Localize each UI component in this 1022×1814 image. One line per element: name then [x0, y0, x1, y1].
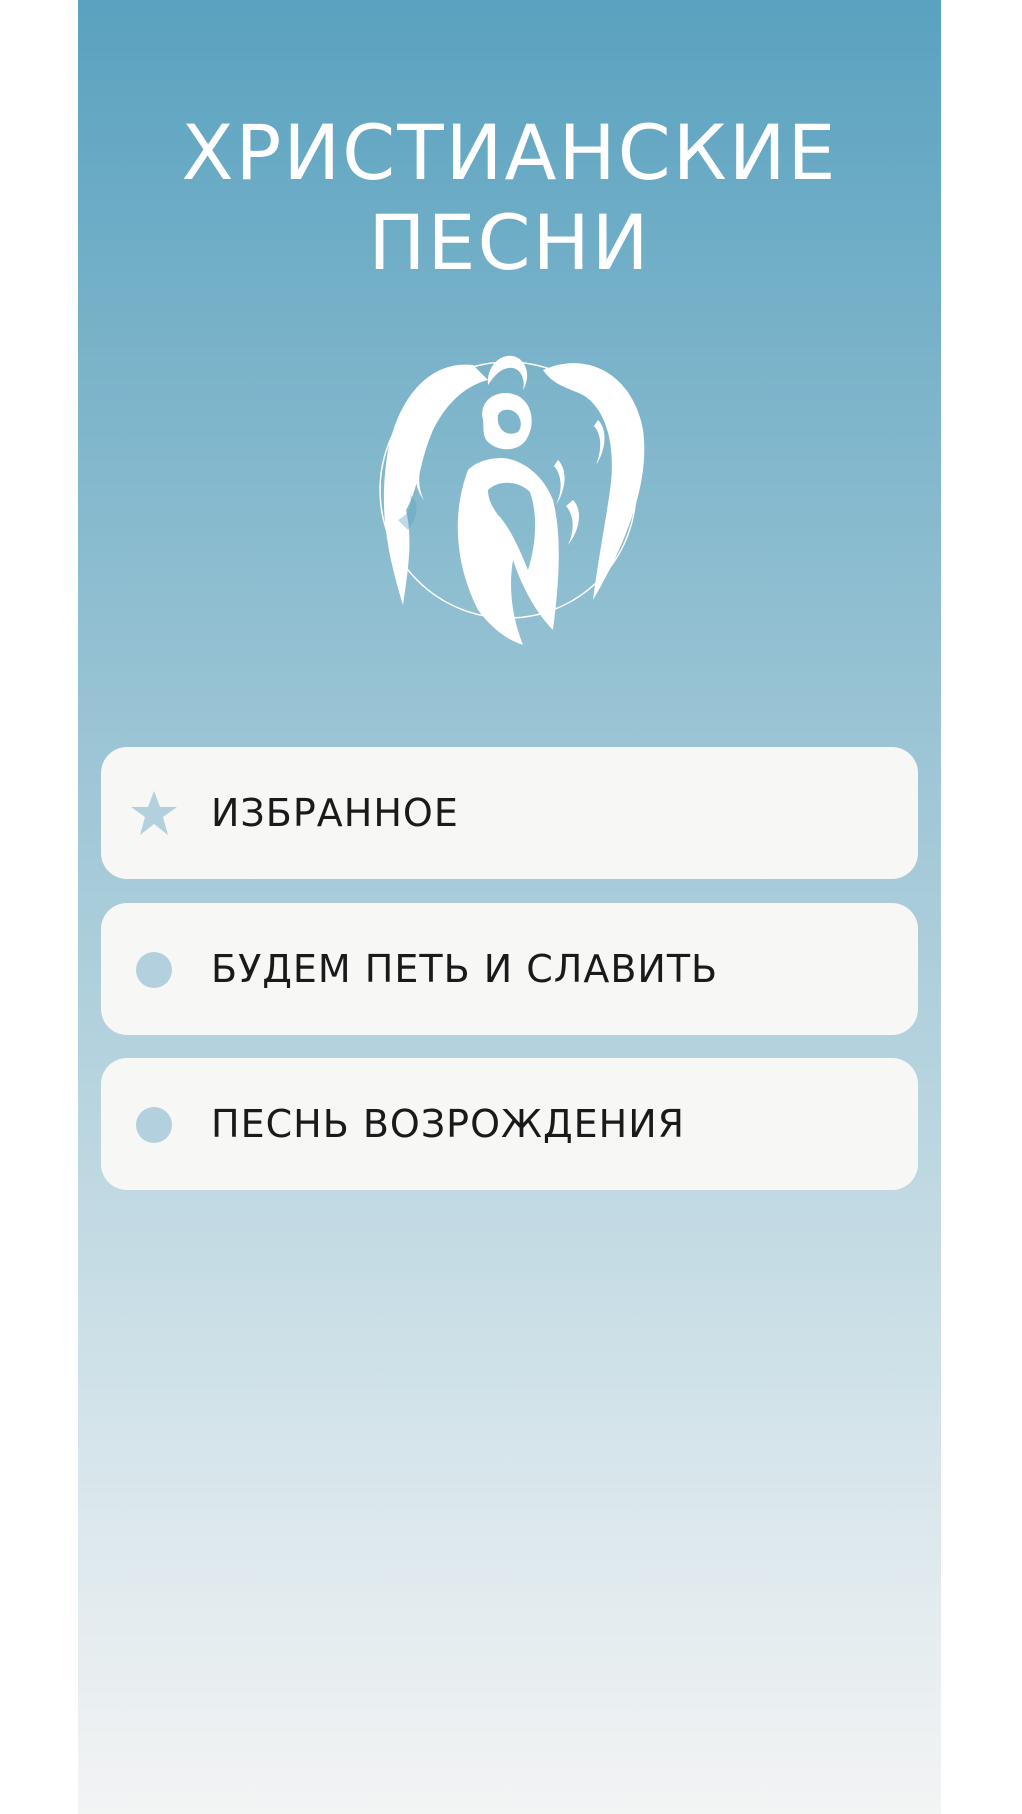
app-title: ХРИСТИАНСКИЕ ПЕСНИ: [78, 108, 941, 288]
dot-icon: [136, 1107, 172, 1143]
dot-icon: [136, 952, 172, 988]
app-title-line-1: ХРИСТИАНСКИЕ: [181, 108, 838, 197]
star-icon: [131, 791, 177, 835]
menu-item-label: ИЗБРАННОЕ: [211, 791, 459, 835]
menu-item-budem-pet-i-slavit[interactable]: БУДЕМ ПЕТЬ И СЛАВИТЬ: [101, 903, 918, 1035]
menu-item-favorites[interactable]: ИЗБРАННОЕ: [101, 747, 918, 879]
menu-item-pesn-vozrozhdeniya[interactable]: ПЕСНЬ ВОЗРОЖДЕНИЯ: [101, 1058, 918, 1190]
app-screen: ХРИСТИАНСКИЕ ПЕСНИ ИЗБРАННОЕ БУДЕМ ПЕТЬ …: [78, 0, 941, 1814]
angel-icon: [379, 355, 645, 645]
menu-item-label: ПЕСНЬ ВОЗРОЖДЕНИЯ: [211, 1102, 686, 1146]
menu-item-label: БУДЕМ ПЕТЬ И СЛАВИТЬ: [211, 947, 719, 991]
app-title-line-2: ПЕСНИ: [368, 198, 651, 287]
